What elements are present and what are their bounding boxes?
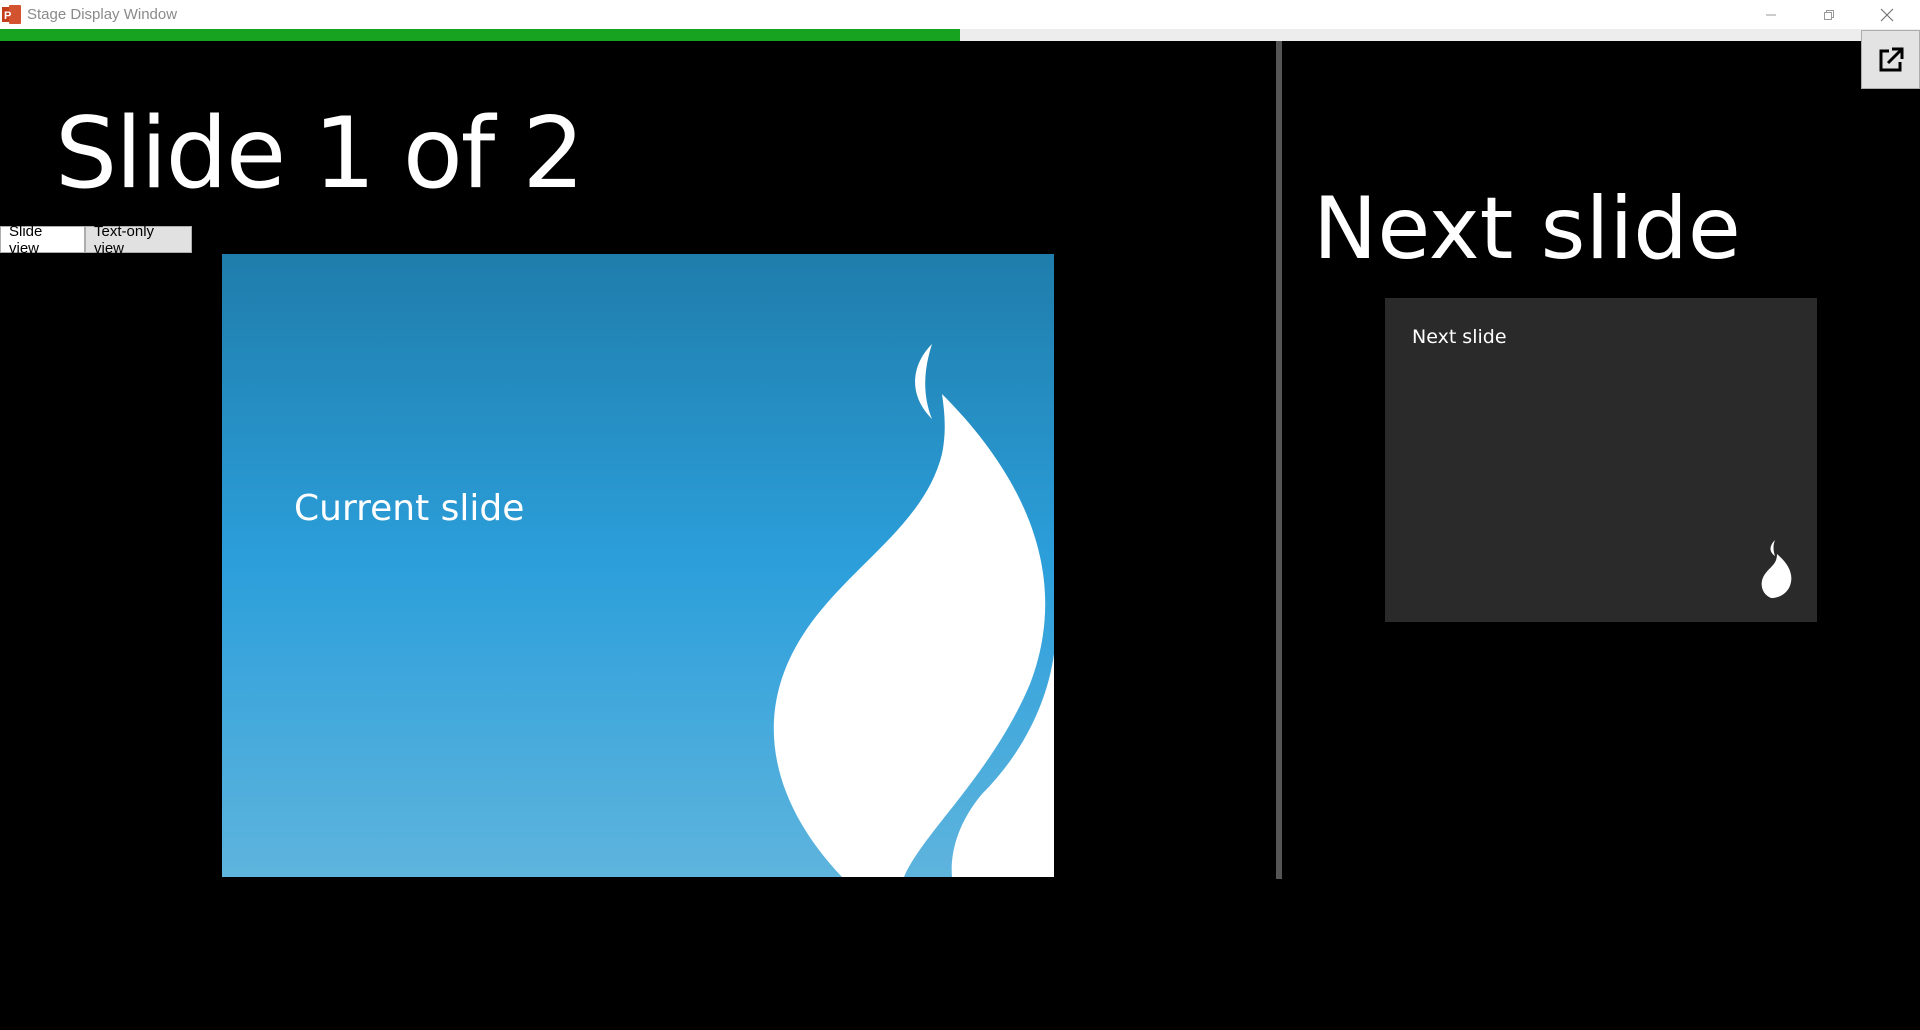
slide-view-button[interactable]: Slide view xyxy=(0,223,85,257)
flame-logo-icon xyxy=(1761,540,1793,598)
popout-button[interactable] xyxy=(1861,30,1920,89)
popout-icon xyxy=(1879,47,1903,71)
next-slide-heading: Next slide xyxy=(1313,179,1741,279)
close-button[interactable] xyxy=(1858,0,1916,29)
next-slide-preview: Next slide xyxy=(1385,298,1817,622)
powerpoint-icon: P xyxy=(2,5,21,24)
title-bar: P Stage Display Window xyxy=(0,0,1920,29)
restore-button[interactable] xyxy=(1800,0,1858,29)
current-slide-preview: Current slide xyxy=(222,254,1054,877)
pane-divider[interactable] xyxy=(1276,41,1282,879)
close-icon xyxy=(1880,8,1894,21)
restore-icon xyxy=(1824,9,1834,20)
flame-logo-icon xyxy=(773,344,1054,877)
text-only-view-button[interactable]: Text-only view xyxy=(85,223,192,257)
slide-progress-bar xyxy=(0,29,1920,41)
slide-counter-heading: Slide 1 of 2 xyxy=(55,97,585,211)
next-slide-text: Next slide xyxy=(1412,326,1507,348)
window-title: Stage Display Window xyxy=(27,6,178,23)
minimize-icon xyxy=(1766,14,1776,15)
progress-fill xyxy=(0,29,960,41)
svg-text:P: P xyxy=(4,10,11,22)
minimize-button[interactable] xyxy=(1742,0,1800,29)
